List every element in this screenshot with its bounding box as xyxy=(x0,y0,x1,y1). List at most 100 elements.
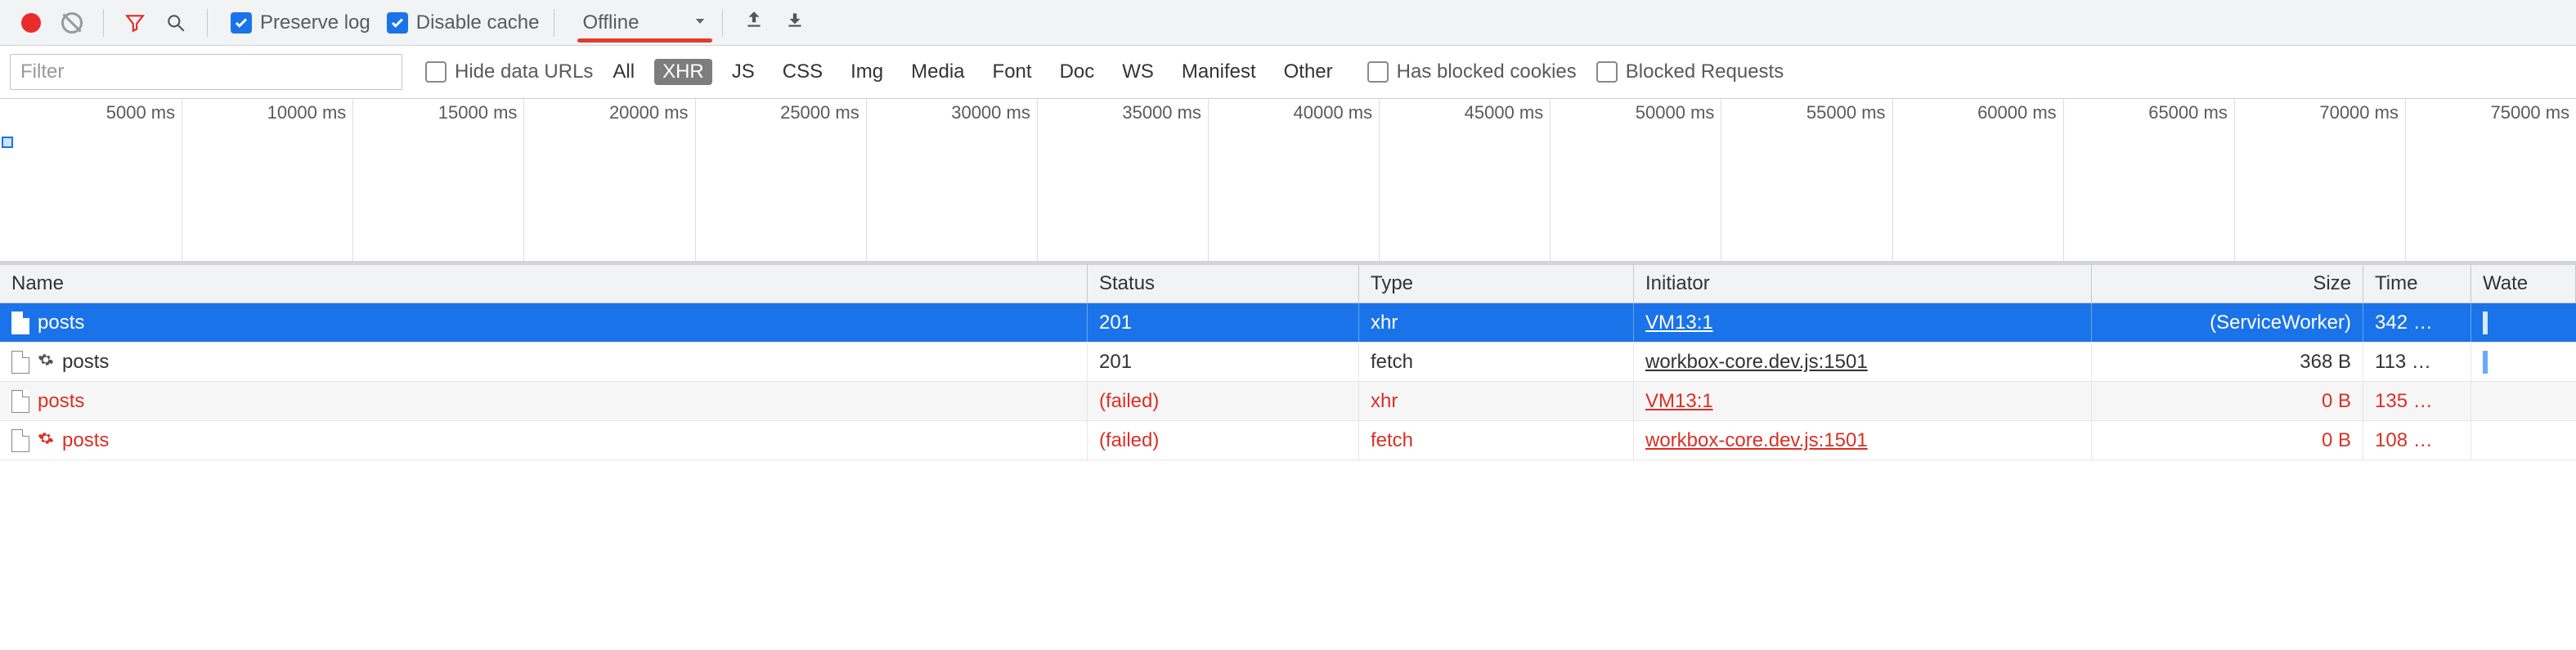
cell-waterfall xyxy=(2471,303,2576,342)
cell-size: (ServiceWorker) xyxy=(2092,303,2363,342)
cell-waterfall xyxy=(2471,382,2576,420)
filter-bar: Hide data URLs All XHR JS CSS Img Media … xyxy=(0,46,2576,99)
waterfall-bar xyxy=(2483,312,2488,334)
filter-type-img[interactable]: Img xyxy=(842,59,891,85)
col-header-waterfall[interactable]: Wate xyxy=(2471,265,2576,303)
throttling-value: Offline xyxy=(577,11,644,34)
has-blocked-cookies-label: Has blocked cookies xyxy=(1397,61,1577,83)
filter-type-font[interactable]: Font xyxy=(985,59,1040,85)
table-row[interactable]: posts(failed)xhrVM13:10 B135 … xyxy=(0,382,2576,421)
filter-input[interactable] xyxy=(10,54,402,90)
request-name: posts xyxy=(38,390,84,413)
checkbox-unchecked-icon xyxy=(1596,61,1618,83)
timeline-tick: 75000 ms xyxy=(2405,99,2576,261)
cell-type: xhr xyxy=(1359,303,1634,342)
filter-type-media[interactable]: Media xyxy=(903,59,972,85)
timeline-tick: 5000 ms xyxy=(11,99,182,261)
throttling-select[interactable]: Offline xyxy=(577,11,707,34)
cell-initiator: workbox-core.dev.js:1501 xyxy=(1634,343,2092,381)
timeline-tick-label: 5000 ms xyxy=(106,102,175,123)
checkbox-unchecked-icon xyxy=(425,61,447,83)
preserve-log-label: Preserve log xyxy=(260,11,370,34)
col-header-initiator[interactable]: Initiator xyxy=(1634,265,2092,303)
timeline-tick: 15000 ms xyxy=(352,99,523,261)
annotation-underline xyxy=(577,38,712,43)
cell-status: 201 xyxy=(1088,343,1359,381)
document-icon xyxy=(11,312,29,334)
cell-waterfall xyxy=(2471,343,2576,381)
table-empty-area xyxy=(0,460,2576,526)
has-blocked-cookies-toggle[interactable]: Has blocked cookies xyxy=(1367,61,1577,83)
initiator-link[interactable]: VM13:1 xyxy=(1645,390,1713,413)
timeline-tick-label: 75000 ms xyxy=(2490,102,2569,123)
cell-type: fetch xyxy=(1359,343,1634,381)
col-header-name[interactable]: Name xyxy=(0,265,1088,303)
timeline-tick: 70000 ms xyxy=(2234,99,2405,261)
timeline-tick: 60000 ms xyxy=(1892,99,2063,261)
cell-status: (failed) xyxy=(1088,421,1359,459)
table-row[interactable]: posts 201xhr VM13:1 (ServiceWorker)342 … xyxy=(0,303,2576,343)
cell-size: 0 B xyxy=(2092,421,2363,459)
request-name: posts xyxy=(62,429,109,452)
download-icon xyxy=(784,9,806,36)
hide-data-urls-toggle[interactable]: Hide data URLs xyxy=(425,61,593,83)
initiator-link[interactable]: VM13:1 xyxy=(1645,312,1713,334)
timeline-tick-label: 50000 ms xyxy=(1636,102,1715,123)
record-button[interactable] xyxy=(15,7,47,39)
cell-time: 113 … xyxy=(2363,343,2471,381)
initiator-link[interactable]: workbox-core.dev.js:1501 xyxy=(1645,351,1868,374)
table-row[interactable]: posts 201fetch workbox-core.dev.js:1501 368… xyxy=(0,343,2576,382)
network-toolbar: Preserve log Disable cache Offline xyxy=(0,0,2576,46)
filter-type-manifest[interactable]: Manifest xyxy=(1174,59,1264,85)
filter-funnel-icon xyxy=(124,12,146,34)
import-har-button[interactable] xyxy=(738,7,770,39)
col-header-status[interactable]: Status xyxy=(1088,265,1359,303)
timeline-tick-label: 65000 ms xyxy=(2148,102,2228,123)
clear-button[interactable] xyxy=(56,7,88,39)
request-name: posts xyxy=(38,312,84,334)
timeline-overview[interactable]: 5000 ms10000 ms15000 ms20000 ms25000 ms3… xyxy=(0,99,2576,264)
filter-type-ws[interactable]: WS xyxy=(1114,59,1162,85)
cell-time: 342 … xyxy=(2363,303,2471,342)
filter-type-js[interactable]: JS xyxy=(724,59,763,85)
cell-name: posts xyxy=(0,382,1088,420)
search-button[interactable] xyxy=(159,7,192,39)
timeline-tick: 35000 ms xyxy=(1037,99,1208,261)
timeline-tick-label: 55000 ms xyxy=(1806,102,1886,123)
filter-type-css[interactable]: CSS xyxy=(774,59,831,85)
timeline-tick: 50000 ms xyxy=(1550,99,1721,261)
cell-status: 201 xyxy=(1088,303,1359,342)
disable-cache-toggle[interactable]: Disable cache xyxy=(387,11,540,34)
checkbox-unchecked-icon xyxy=(1367,61,1389,83)
document-icon xyxy=(11,429,29,452)
timeline-tick-label: 60000 ms xyxy=(1977,102,2057,123)
col-header-time[interactable]: Time xyxy=(2363,265,2471,303)
timeline-tick: 65000 ms xyxy=(2063,99,2234,261)
timeline-tick-label: 35000 ms xyxy=(1122,102,1201,123)
col-header-type[interactable]: Type xyxy=(1359,265,1634,303)
col-header-size[interactable]: Size xyxy=(2092,265,2363,303)
disable-cache-label: Disable cache xyxy=(416,11,540,34)
timeline-tick: 25000 ms xyxy=(695,99,866,261)
filter-toggle-button[interactable] xyxy=(119,7,151,39)
cell-size: 368 B xyxy=(2092,343,2363,381)
table-row[interactable]: posts(failed)fetchworkbox-core.dev.js:15… xyxy=(0,421,2576,460)
filter-type-all[interactable]: All xyxy=(604,59,643,85)
toolbar-separator xyxy=(207,9,208,37)
request-table: Name Status Type Initiator Size Time Wat… xyxy=(0,264,2576,526)
filter-type-other[interactable]: Other xyxy=(1276,59,1341,85)
export-har-button[interactable] xyxy=(779,7,811,39)
timeline-tick: 10000 ms xyxy=(182,99,352,261)
blocked-requests-toggle[interactable]: Blocked Requests xyxy=(1596,61,1784,83)
request-name: posts xyxy=(62,351,109,374)
initiator-link[interactable]: workbox-core.dev.js:1501 xyxy=(1645,429,1868,452)
preserve-log-toggle[interactable]: Preserve log xyxy=(231,11,370,34)
document-icon xyxy=(11,390,29,413)
timeline-tick-label: 30000 ms xyxy=(951,102,1030,123)
filter-type-doc[interactable]: Doc xyxy=(1052,59,1103,85)
cell-status: (failed) xyxy=(1088,382,1359,420)
cell-initiator: workbox-core.dev.js:1501 xyxy=(1634,421,2092,459)
filter-type-xhr[interactable]: XHR xyxy=(654,59,712,85)
hide-data-urls-label: Hide data URLs xyxy=(455,61,593,83)
gear-icon xyxy=(38,429,54,452)
